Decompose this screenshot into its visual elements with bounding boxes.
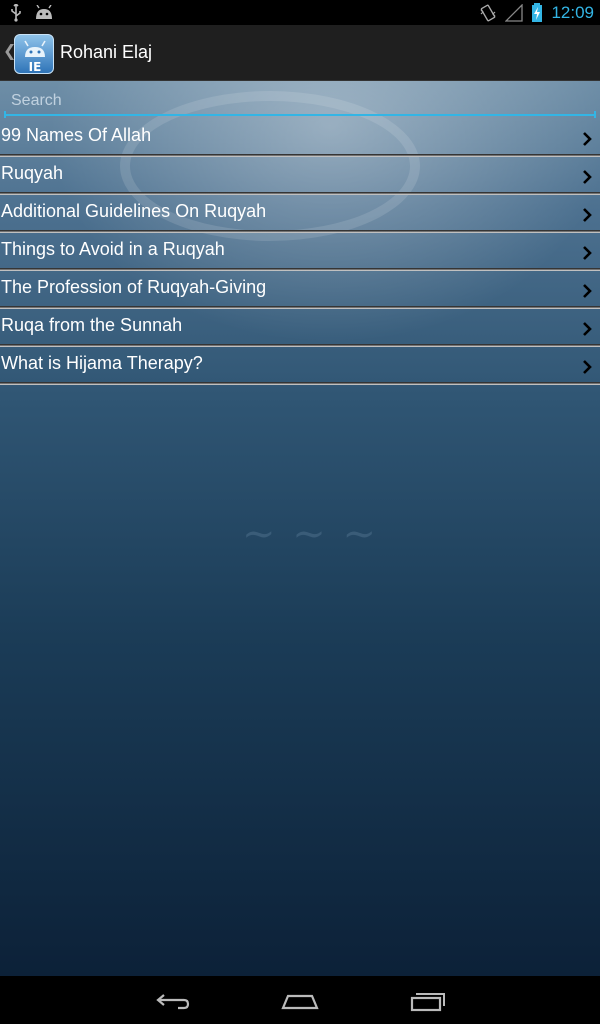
list-item-label: Things to Avoid in a Ruqyah [1,239,225,259]
app-logo-icon[interactable]: IE [14,34,54,74]
usb-icon [10,4,22,22]
action-bar: ❮ IE Rohani Elaj [0,25,600,81]
background-watermark-script: ~ ~ ~ [242,511,378,557]
list-item[interactable]: Ruqyah [0,157,600,195]
list-item-label: 99 Names Of Allah [1,125,152,145]
chevron-right-icon [582,321,592,341]
status-bar: 12:09 [0,0,600,25]
chevron-right-icon [582,169,592,189]
back-icon[interactable] [152,988,192,1014]
svg-text:IE: IE [29,60,42,74]
clock: 12:09 [551,2,594,22]
divider [0,382,600,385]
chevron-right-icon [582,359,592,379]
android-debug-icon [34,5,54,21]
chevron-right-icon [582,283,592,303]
list-item[interactable]: The Profession of Ruqyah-Giving [0,271,600,309]
list-item-label: Ruqa from the Sunnah [1,315,183,335]
chevron-right-icon [582,245,592,265]
list-item-label: Ruqyah [1,163,64,183]
search-input[interactable] [4,88,596,116]
home-icon[interactable] [280,988,320,1014]
app-title: Rohani Elaj [60,42,153,62]
list-item-label: The Profession of Ruqyah-Giving [1,277,267,297]
vibrate-icon [479,4,497,22]
chevron-right-icon [582,207,592,227]
battery-charging-icon [531,2,543,23]
list-item-label: What is Hijama Therapy? [1,353,203,373]
search-field[interactable] [4,88,596,118]
content-area: ~ ~ ~ 99 Names Of Allah Ruqyah Additiona… [0,81,600,976]
list-item[interactable]: Additional Guidelines On Ruqyah [0,195,600,233]
chevron-right-icon [582,131,592,151]
list-item[interactable]: Things to Avoid in a Ruqyah [0,233,600,271]
recent-apps-icon[interactable] [408,988,448,1014]
list-item[interactable]: 99 Names Of Allah [0,119,600,157]
list-item[interactable]: What is Hijama Therapy? [0,347,600,385]
topic-list: 99 Names Of Allah Ruqyah Additional Guid… [0,119,600,385]
list-item[interactable]: Ruqa from the Sunnah [0,309,600,347]
list-item-label: Additional Guidelines On Ruqyah [1,201,267,221]
navigation-bar [0,976,600,1024]
signal-icon [505,3,524,22]
